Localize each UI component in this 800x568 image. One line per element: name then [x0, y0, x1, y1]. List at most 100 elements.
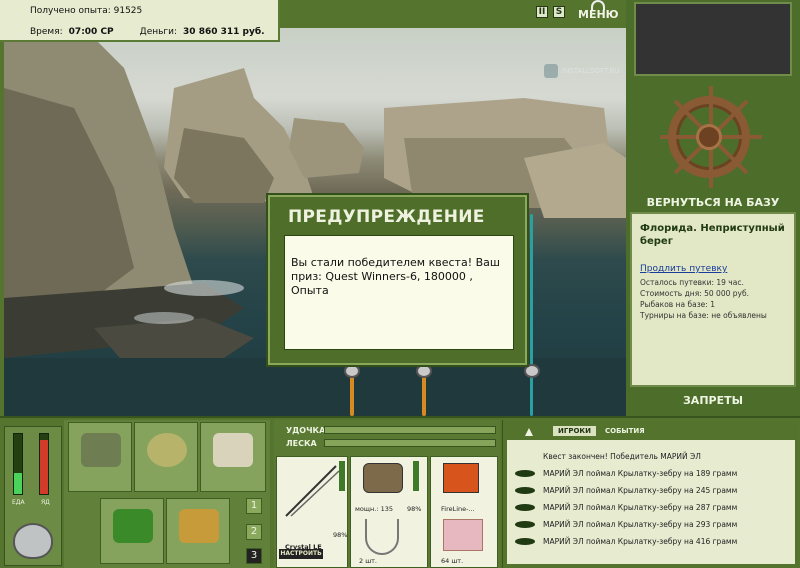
- line-box[interactable]: FireLine-... 64 шт.: [430, 456, 498, 568]
- food-gauge-fill: [14, 473, 22, 494]
- reel-durability-bar: [413, 461, 419, 491]
- pause-button[interactable]: II: [536, 6, 548, 18]
- poison-gauge: [39, 433, 49, 495]
- tackle-box-slot[interactable]: [68, 422, 132, 492]
- list-item: МАРИЙ ЭЛ поймал Крылатку-зебру на 416 гр…: [515, 533, 789, 550]
- map-slot[interactable]: [200, 422, 266, 492]
- inventory-page-2-button[interactable]: 2: [246, 524, 262, 540]
- rod-reel-icon[interactable]: [524, 364, 540, 378]
- watermark: INSTALLSOFT.RU: [544, 64, 620, 78]
- map-icon: [213, 433, 253, 467]
- tournaments-status: Турниры на базе: не объявлены: [640, 311, 767, 320]
- food-label: ЕДА: [12, 499, 25, 506]
- gear-icon: [591, 0, 605, 10]
- bucket-icon: [179, 509, 219, 543]
- bag-icon: [147, 433, 187, 467]
- inventory-panel: 1 2 3: [64, 420, 270, 568]
- time-label: Время:: [30, 27, 63, 37]
- fish-icon: [515, 521, 535, 528]
- tackle-box-icon: [81, 433, 121, 467]
- rod-icon: [285, 465, 340, 517]
- watermark-text: INSTALLSOFT.RU: [562, 67, 620, 75]
- tab-events[interactable]: СОБЫТИЯ: [600, 426, 650, 436]
- player-stats-panel: Получено опыта: 91525 Время: 07:00 СР Де…: [0, 0, 280, 42]
- dialog-message: Вы стали победителем квеста! Ваш приз: Q…: [284, 235, 514, 350]
- bait-count: 64 шт.: [441, 557, 464, 565]
- game-window: INSTALLSOFT.RU Получено опыта: 91525 Вре…: [0, 0, 800, 568]
- dialog-title: ПРЕДУПРЕЖДЕНИЕ: [288, 207, 485, 227]
- inventory-page-1-button[interactable]: 1: [246, 498, 262, 514]
- list-item: МАРИЙ ЭЛ поймал Крылатку-зебру на 293 гр…: [515, 516, 789, 533]
- rod-reel-icon[interactable]: [416, 364, 432, 378]
- log-line: МАРИЙ ЭЛ поймал Крылатку-зебру на 416 гр…: [543, 537, 738, 546]
- status-gauges: ЕДА ЯД: [4, 426, 62, 566]
- time-value: 07:00 СР: [68, 27, 114, 37]
- day-cost: Стоимость дня: 50 000 руб.: [640, 289, 749, 298]
- poison-label: ЯД: [41, 499, 50, 506]
- log-line: МАРИЙ ЭЛ поймал Крылатку-зебру на 287 гр…: [543, 503, 738, 512]
- inventory-page-3-button[interactable]: 3: [246, 548, 262, 564]
- log-line: МАРИЙ ЭЛ поймал Крылатку-зебру на 189 гр…: [543, 469, 738, 478]
- triangle-icon: [525, 428, 533, 436]
- food-basket-slot[interactable]: [100, 498, 164, 564]
- reel-icon: [363, 463, 403, 493]
- log-line: МАРИЙ ЭЛ поймал Крылатку-зебру на 293 гр…: [543, 520, 738, 529]
- money-value: 30 860 311 руб.: [183, 27, 265, 37]
- list-item: МАРИЙ ЭЛ поймал Крылатку-зебру на 245 гр…: [515, 482, 789, 499]
- rod-reel-icon[interactable]: [344, 364, 360, 378]
- wheel-hub: [696, 124, 722, 150]
- experience-value: 91525: [113, 6, 143, 16]
- cauldron-icon[interactable]: [13, 523, 53, 559]
- watermark-logo-icon: [544, 64, 558, 78]
- location-name: Флорида. Неприступный берег: [640, 223, 785, 247]
- warning-dialog[interactable]: ПРЕДУПРЕЖДЕНИЕ Вы стали победителем квес…: [268, 195, 527, 365]
- log-line: Квест закончен! Победитель МАРИЙ ЭЛ: [543, 452, 701, 461]
- bottom-panel: ЕДА ЯД 1 2 3 УДОЧКА ЛЕСКА 98% Crystal LE: [0, 416, 800, 568]
- tackle-panel: УДОЧКА ЛЕСКА 98% Crystal LE 1000 кг НАСТ…: [274, 420, 500, 568]
- hook-icon: [365, 519, 399, 555]
- money-label: Деньги:: [139, 27, 178, 37]
- reel-pct: 98%: [407, 505, 422, 513]
- rod-bar: [324, 426, 496, 434]
- bait-icon: [443, 519, 483, 551]
- sound-button[interactable]: S: [553, 6, 565, 18]
- fish-icon: [515, 487, 535, 494]
- fishing-line-icon: [443, 463, 479, 493]
- fishing-rod[interactable]: [350, 372, 354, 416]
- setup-button[interactable]: НАСТРОИТЬ: [279, 549, 323, 559]
- rod-box[interactable]: 98% Crystal LE 1000 кг НАСТРОИТЬ: [276, 456, 348, 568]
- fish-icon: [515, 504, 535, 511]
- info-screen: [634, 2, 792, 76]
- trip-remaining: Осталось путевки: 19 час.: [640, 278, 744, 287]
- bans-button[interactable]: ЗАПРЕТЫ: [634, 394, 792, 407]
- log-line: МАРИЙ ЭЛ поймал Крылатку-зебру на 245 гр…: [543, 486, 738, 495]
- bucket-slot[interactable]: [166, 498, 230, 564]
- fishing-rod[interactable]: [530, 214, 533, 416]
- menu-button[interactable]: МЕНЮ: [578, 0, 619, 24]
- reel-power: мощн.: 135: [355, 505, 393, 513]
- rod-label: УДОЧКА: [286, 426, 326, 435]
- right-panel: ВЕРНУТЬСЯ НА БАЗУ Флорида. Неприступный …: [626, 0, 800, 416]
- rod-durability-bar: [339, 461, 345, 491]
- hooks-count: 2 шт.: [359, 557, 378, 565]
- rod-pct: 98%: [333, 531, 348, 539]
- food-basket-icon: [113, 509, 153, 543]
- fish-icon: [515, 470, 535, 477]
- ship-wheel-icon[interactable]: [660, 86, 762, 188]
- back-to-base-button[interactable]: ВЕРНУТЬСЯ НА БАЗУ: [634, 196, 792, 209]
- location-info: Флорида. Неприступный берег Продлить пут…: [630, 212, 796, 387]
- fishing-rod[interactable]: [422, 372, 426, 416]
- time-money-readout: Время: 07:00 СР Деньги: 30 860 311 руб.: [30, 27, 265, 37]
- experience-readout: Получено опыта: 91525: [30, 6, 142, 16]
- tab-players[interactable]: ИГРОКИ: [553, 426, 596, 436]
- line-bar: [324, 439, 496, 447]
- experience-label: Получено опыта:: [30, 6, 111, 16]
- line-label: ЛЕСКА: [286, 439, 317, 448]
- event-log: ИГРОКИ СОБЫТИЯ Квест закончен! Победител…: [502, 420, 798, 568]
- reel-box[interactable]: мощн.: 135 98% 2 шт.: [350, 456, 428, 568]
- food-gauge: [13, 433, 23, 495]
- extend-trip-link[interactable]: Продлить путевку: [640, 264, 786, 275]
- bag-slot[interactable]: [134, 422, 198, 492]
- list-item: МАРИЙ ЭЛ поймал Крылатку-зебру на 189 гр…: [515, 465, 789, 482]
- poison-gauge-fill: [40, 440, 48, 494]
